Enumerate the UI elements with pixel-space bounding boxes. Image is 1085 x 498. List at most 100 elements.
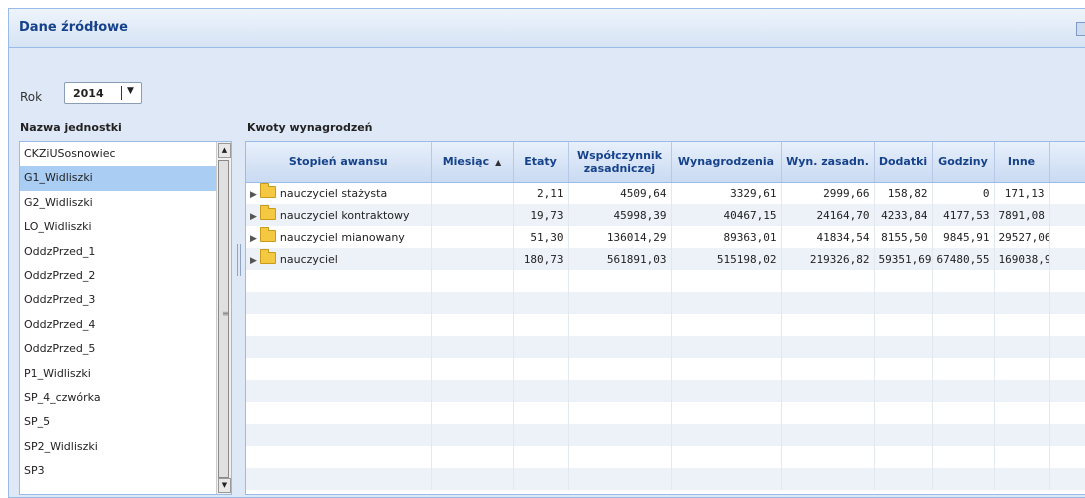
list-item[interactable]: SP_4_czwórka [20, 386, 231, 410]
list-item[interactable]: OddzPrzed_4 [20, 313, 231, 337]
list-item[interactable]: P1_Widliszki [20, 362, 231, 386]
list-item[interactable]: G2_Widliszki [20, 191, 231, 215]
col-header-etaty[interactable]: Etaty [513, 142, 569, 183]
empty-cell [568, 292, 672, 314]
col-header-inne[interactable]: Inne [994, 142, 1050, 183]
cell-godziny: 0 [932, 182, 995, 204]
empty-cell [1049, 336, 1085, 358]
empty-cell [874, 292, 933, 314]
grid-title: Kwoty wynagrodzeń [247, 121, 373, 134]
empty-cell [994, 380, 1050, 402]
tree-cell[interactable]: ▶ nauczyciel kontraktowy [246, 204, 432, 226]
empty-cell [671, 336, 782, 358]
list-item[interactable]: OddzPrzed_3 [20, 288, 231, 312]
empty-cell [513, 424, 569, 446]
empty-cell [1049, 314, 1085, 336]
splitter-handle[interactable] [237, 244, 241, 276]
folder-icon [259, 205, 276, 220]
expand-icon[interactable]: ▶ [250, 190, 257, 200]
tree-cell[interactable]: ▶ nauczyciel stażysta [246, 182, 432, 204]
empty-row [246, 424, 1085, 446]
col-label: Dodatki [878, 155, 928, 169]
empty-cell [781, 446, 875, 468]
empty-cell [431, 292, 514, 314]
col-header-godziny[interactable]: Godziny [932, 142, 995, 183]
empty-cell [1049, 402, 1085, 424]
empty-cell [781, 402, 875, 424]
row-label: nauczyciel mianowany [279, 231, 405, 244]
empty-cell [874, 380, 933, 402]
list-item[interactable]: OddzPrzed_5 [20, 337, 231, 361]
expand-icon[interactable]: ▶ [250, 256, 257, 266]
expand-icon[interactable]: ▶ [250, 212, 257, 222]
chevron-down-icon[interactable]: ▼ [127, 86, 134, 96]
col-header-extra [1049, 142, 1085, 183]
list-scrollbar[interactable]: ▲ ≡ ▼ [216, 142, 231, 494]
empty-cell [513, 314, 569, 336]
empty-cell [431, 314, 514, 336]
col-header-wynagrodzenia[interactable]: Wynagrodzenia [671, 142, 782, 183]
list-item[interactable]: CKZiUSosnowiec [20, 142, 231, 166]
tree-cell[interactable]: ▶ nauczyciel mianowany [246, 226, 432, 248]
expand-icon[interactable]: ▶ [250, 234, 257, 244]
empty-cell [781, 314, 875, 336]
empty-cell [994, 402, 1050, 424]
cell-miesiac [431, 226, 514, 248]
empty-cell [431, 424, 514, 446]
col-header-dodatki[interactable]: Dodatki [874, 142, 933, 183]
cell-wspolczynnik: 136014,29 [568, 226, 672, 248]
panel-body: Rok 2014 ▼ Nazwa jednostki Kwoty wynagro… [9, 48, 1085, 497]
scroll-down-icon[interactable]: ▼ [218, 478, 231, 493]
cell-godziny: 9845,91 [932, 226, 995, 248]
empty-cell [994, 468, 1050, 490]
list-item[interactable]: G1_Widliszki [20, 166, 231, 191]
col-header-wyn-zasadn[interactable]: Wyn. zasadn. [781, 142, 875, 183]
folder-icon [259, 227, 276, 242]
cell-wynagrodzenia: 515198,02 [671, 248, 782, 270]
empty-cell [513, 336, 569, 358]
list-item[interactable]: SP2_Widliszki [20, 435, 231, 459]
empty-cell [431, 402, 514, 424]
table-row[interactable]: ▶ nauczyciel kontraktowy 19,73 45998,39 4046… [246, 204, 1085, 226]
empty-cell [431, 446, 514, 468]
empty-row [246, 402, 1085, 424]
maximize-icon[interactable] [1076, 22, 1085, 36]
list-item[interactable]: LO_Widliszki [20, 215, 231, 239]
cell-dodatki: 158,82 [874, 182, 933, 204]
list-item[interactable]: SP3 [20, 459, 231, 483]
empty-cell [781, 468, 875, 490]
col-header-stopien[interactable]: Stopień awansu [246, 142, 432, 183]
empty-cell [246, 314, 432, 336]
table-row[interactable]: ▶ nauczyciel mianowany 51,30 136014,29 89363… [246, 226, 1085, 248]
list-item[interactable]: SP_5 [20, 410, 231, 434]
cell-dodatki: 8155,50 [874, 226, 933, 248]
empty-cell [671, 358, 782, 380]
list-item[interactable]: OddzPrzed_1 [20, 240, 231, 264]
scroll-up-icon[interactable]: ▲ [218, 143, 231, 158]
col-header-wspolczynnik[interactable]: Współczynnik zasadniczej [568, 142, 672, 183]
folder-icon [259, 249, 276, 264]
col-label: Etaty [524, 155, 557, 169]
empty-cell [781, 270, 875, 292]
empty-cell [874, 358, 933, 380]
empty-cell [994, 446, 1050, 468]
empty-cell [671, 402, 782, 424]
units-list[interactable]: CKZiUSosnowiec G1_Widliszki G2_Widliszki LO… [19, 141, 232, 495]
empty-cell [1049, 468, 1085, 490]
list-item[interactable]: OddzPrzed_2 [20, 264, 231, 288]
cell-etaty: 2,11 [513, 182, 569, 204]
empty-row [246, 358, 1085, 380]
row-label: nauczyciel kontraktowy [279, 209, 410, 222]
empty-cell [671, 446, 782, 468]
col-header-miesiac[interactable]: Miesiąc ▲ [431, 142, 514, 183]
scroll-thumb[interactable]: ≡ [218, 160, 229, 478]
cell-inne: 7891,08 [994, 204, 1050, 226]
empty-cell [994, 270, 1050, 292]
year-select[interactable]: 2014 ▼ [64, 82, 142, 104]
table-row[interactable]: ▶ nauczyciel stażysta 2,11 4509,64 3329,61 29… [246, 182, 1085, 204]
sort-asc-icon: ▲ [495, 158, 502, 168]
empty-cell [874, 314, 933, 336]
table-row[interactable]: ▶ nauczyciel 180,73 561891,03 515198,02 21932… [246, 248, 1085, 270]
tree-cell[interactable]: ▶ nauczyciel [246, 248, 432, 270]
combo-separator [121, 86, 122, 100]
